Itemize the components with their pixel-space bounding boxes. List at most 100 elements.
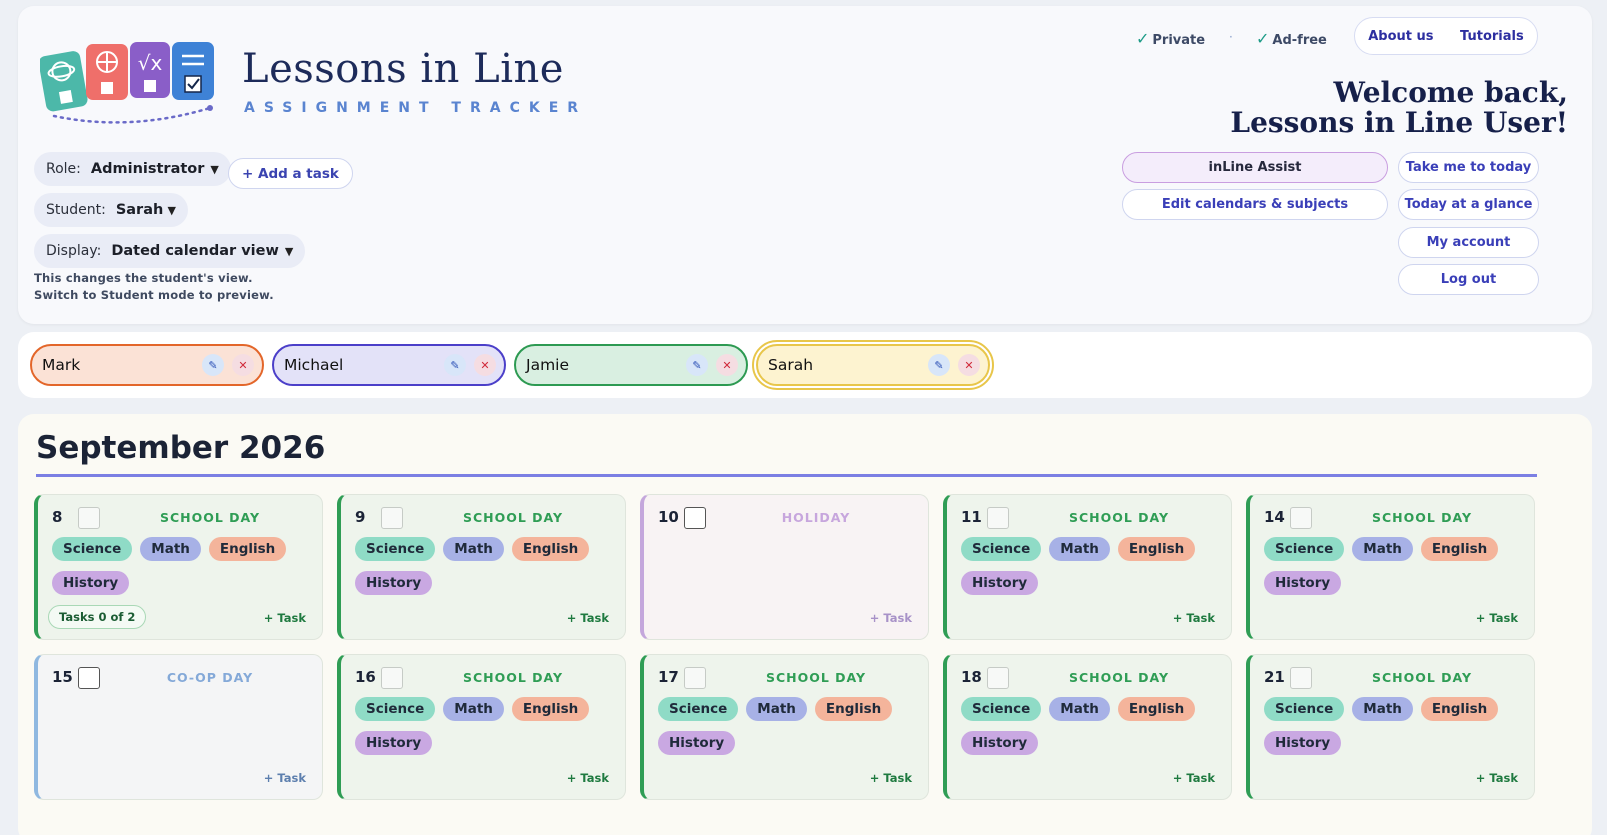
header-panel: √x Lessons in Line ASSIGNMENT TRACKER Ro…: [18, 6, 1592, 324]
calendar-day[interactable]: 15 CO-OP DAY + Task: [34, 654, 323, 800]
subject-chip[interactable]: Math: [746, 697, 807, 721]
subject-chip[interactable]: Science: [355, 697, 436, 721]
subject-chip[interactable]: English: [814, 697, 893, 721]
subject-chips: Science Math English History: [1264, 697, 1524, 755]
subject-chip[interactable]: History: [355, 731, 433, 755]
day-type-label: SCHOOL DAY: [462, 510, 564, 525]
subject-chip[interactable]: Math: [1352, 697, 1413, 721]
day-type-label: SCHOOL DAY: [1068, 510, 1170, 525]
student-name: Mark: [42, 356, 81, 374]
add-task-link[interactable]: + Task: [567, 771, 609, 785]
subject-chip[interactable]: English: [1117, 697, 1196, 721]
subject-chip[interactable]: Science: [1264, 537, 1345, 561]
check-icon: ✓: [1256, 29, 1270, 48]
subject-chip[interactable]: History: [1264, 571, 1342, 595]
subject-chip[interactable]: Math: [140, 537, 201, 561]
calendar-day[interactable]: 8 SCHOOL DAY Science Math English History Task…: [34, 494, 323, 640]
add-task-link[interactable]: + Task: [264, 611, 306, 625]
add-task-button[interactable]: + Add a task: [228, 158, 353, 189]
subject-chip[interactable]: English: [1117, 537, 1196, 561]
close-icon[interactable]: ✕: [716, 354, 738, 376]
subject-chip[interactable]: Math: [1049, 537, 1110, 561]
subject-chip[interactable]: History: [52, 571, 130, 595]
subject-chip[interactable]: English: [1420, 697, 1499, 721]
calendar-day[interactable]: 14 SCHOOL DAY Science Math English History + T…: [1246, 494, 1535, 640]
subject-chips: Science Math English History: [1264, 537, 1524, 595]
subject-chip[interactable]: History: [658, 731, 736, 755]
chevron-down-icon: ▼: [167, 203, 176, 217]
students-bar: Mark ✎ ✕ Michael ✎ ✕ Jamie ✎ ✕ Sarah ✎ ✕: [18, 332, 1592, 398]
subject-chip[interactable]: History: [961, 731, 1039, 755]
private-badge: ✓ Private: [1136, 29, 1206, 48]
tasks-progress-badge[interactable]: Tasks 0 of 2: [48, 605, 147, 629]
calendar-day[interactable]: 18 SCHOOL DAY Science Math English History + T…: [943, 654, 1232, 800]
subject-chips: Science Math English History: [658, 697, 918, 755]
student-chip-selected[interactable]: Sarah ✎ ✕: [752, 340, 994, 390]
subject-chip[interactable]: Science: [961, 537, 1042, 561]
close-icon[interactable]: ✕: [232, 354, 254, 376]
my-account-button[interactable]: My account: [1398, 227, 1539, 258]
student-name: Sarah: [768, 356, 814, 374]
subject-chip[interactable]: English: [511, 697, 590, 721]
log-out-button[interactable]: Log out: [1398, 264, 1539, 295]
add-task-link[interactable]: + Task: [264, 771, 306, 785]
calendar-day[interactable]: 16 SCHOOL DAY Science Math English History + T…: [337, 654, 626, 800]
close-icon[interactable]: ✕: [958, 354, 980, 376]
add-task-link[interactable]: + Task: [1476, 771, 1518, 785]
add-task-link[interactable]: + Task: [567, 611, 609, 625]
calendar-day[interactable]: 21 SCHOOL DAY Science Math English History + T…: [1246, 654, 1535, 800]
student-chip[interactable]: Michael ✎ ✕: [272, 344, 506, 386]
add-task-link[interactable]: + Task: [870, 771, 912, 785]
add-task-link[interactable]: + Task: [870, 611, 912, 625]
add-task-link[interactable]: + Task: [1476, 611, 1518, 625]
edit-calendars-button[interactable]: Edit calendars & subjects: [1122, 189, 1388, 220]
about-us-link[interactable]: About us: [1368, 29, 1433, 44]
subject-chip[interactable]: English: [1420, 537, 1499, 561]
pencil-icon[interactable]: ✎: [202, 354, 224, 376]
top-nav: About us Tutorials: [1354, 17, 1538, 55]
subject-chip[interactable]: Math: [1352, 537, 1413, 561]
student-chip[interactable]: Mark ✎ ✕: [30, 344, 264, 386]
add-task-link[interactable]: + Task: [1173, 771, 1215, 785]
calendar-day[interactable]: 17 SCHOOL DAY Science Math English History + T…: [640, 654, 929, 800]
role-select[interactable]: Role: Administrator ▼: [34, 152, 231, 186]
subject-chip[interactable]: English: [511, 537, 590, 561]
subject-chip[interactable]: Math: [443, 537, 504, 561]
close-icon[interactable]: ✕: [474, 354, 496, 376]
inline-assist-button[interactable]: inLine Assist: [1122, 152, 1388, 183]
display-label: Display:: [46, 243, 102, 259]
subject-chip[interactable]: Science: [658, 697, 739, 721]
add-task-link[interactable]: + Task: [1173, 611, 1215, 625]
app-logo: √x: [40, 42, 214, 124]
today-at-a-glance-button[interactable]: Today at a glance: [1398, 189, 1539, 220]
student-name: Michael: [284, 356, 344, 374]
pencil-icon[interactable]: ✎: [444, 354, 466, 376]
subject-chip[interactable]: English: [208, 537, 287, 561]
subject-chip[interactable]: Science: [1264, 697, 1345, 721]
chevron-down-icon: ▼: [210, 162, 219, 176]
subject-chip[interactable]: Math: [443, 697, 504, 721]
subject-chip[interactable]: History: [355, 571, 433, 595]
day-type-label: SCHOOL DAY: [1371, 670, 1473, 685]
role-label: Role:: [46, 161, 81, 177]
student-chip[interactable]: Jamie ✎ ✕: [514, 344, 748, 386]
pencil-icon[interactable]: ✎: [928, 354, 950, 376]
subject-chip[interactable]: Science: [52, 537, 133, 561]
separator-dot: ·: [1229, 30, 1233, 44]
student-select[interactable]: Student: Sarah ▼: [34, 193, 188, 227]
calendar-day[interactable]: 9 SCHOOL DAY Science Math English History + Ta…: [337, 494, 626, 640]
subject-chip[interactable]: History: [1264, 731, 1342, 755]
pencil-icon[interactable]: ✎: [686, 354, 708, 376]
calendar-day[interactable]: 11 SCHOOL DAY Science Math English History + T…: [943, 494, 1232, 640]
tutorials-link[interactable]: Tutorials: [1460, 29, 1524, 44]
subject-chip[interactable]: Science: [961, 697, 1042, 721]
day-type-label: CO-OP DAY: [166, 670, 254, 685]
student-name: Jamie: [526, 356, 570, 374]
calendar-day[interactable]: 10 HOLIDAY + Task: [640, 494, 929, 640]
subject-chip[interactable]: Math: [1049, 697, 1110, 721]
subject-chips: Science Math English History: [355, 697, 615, 755]
subject-chip[interactable]: History: [961, 571, 1039, 595]
take-me-to-today-button[interactable]: Take me to today: [1398, 152, 1539, 183]
subject-chip[interactable]: Science: [355, 537, 436, 561]
display-select[interactable]: Display: Dated calendar view ▼: [34, 234, 306, 268]
